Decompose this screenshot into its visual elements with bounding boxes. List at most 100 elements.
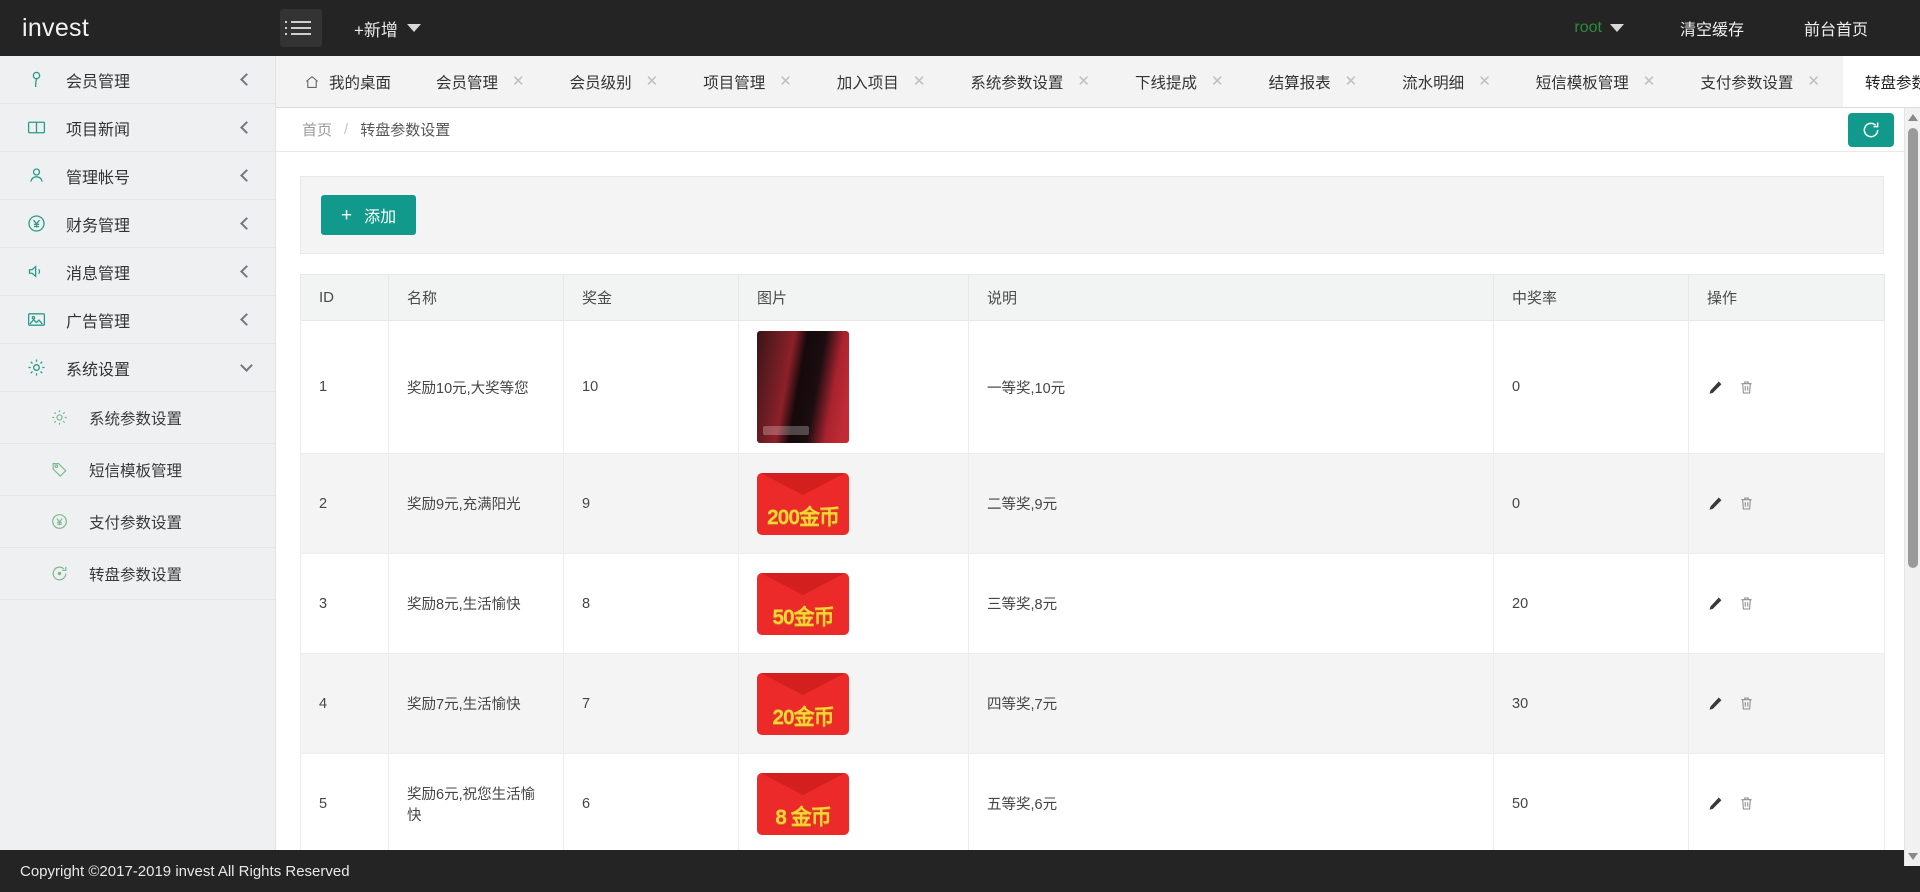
sidebar-subitem-3[interactable]: 转盘参数设置 [0, 548, 275, 600]
front-page-button[interactable]: 前台首页 [1774, 16, 1898, 40]
edit-row-button[interactable] [1707, 495, 1724, 512]
phone-thumbnail [757, 331, 849, 443]
edit-row-button[interactable] [1707, 695, 1724, 712]
sidebar-item-2[interactable]: 管理帐号 [0, 152, 275, 200]
sidebar-subitem-1[interactable]: 短信模板管理 [0, 444, 275, 496]
user-icon [26, 69, 47, 90]
cell-desc: 五等奖,6元 [969, 754, 1494, 854]
delete-row-button[interactable] [1738, 595, 1755, 612]
sidebar-item-5[interactable]: 广告管理 [0, 296, 275, 344]
cell-rate: 50 [1494, 754, 1689, 854]
close-icon[interactable]: ✕ [512, 74, 525, 89]
refresh-button[interactable] [1848, 113, 1894, 147]
tab-5[interactable]: 系统参数设置 ✕ [948, 56, 1113, 107]
tab-label: 会员管理 [436, 71, 498, 93]
close-icon[interactable]: ✕ [1807, 74, 1820, 89]
close-icon[interactable]: ✕ [779, 74, 792, 89]
delete-row-button[interactable] [1738, 695, 1755, 712]
tab-7[interactable]: 结算报表✕ [1247, 56, 1381, 107]
close-icon[interactable]: ✕ [913, 74, 926, 89]
coin-amount-label: 8 金币 [775, 801, 831, 835]
scroll-down-arrow-icon[interactable] [1908, 853, 1918, 860]
add-button-label: 添加 [364, 203, 396, 227]
cell-name: 奖励8元,生活愉快 [389, 554, 564, 654]
cell-bonus: 10 [564, 321, 739, 454]
speaker-icon [26, 261, 52, 282]
cell-desc: 四等奖,7元 [969, 654, 1494, 754]
delete-row-button[interactable] [1738, 495, 1755, 512]
pencil-icon [1707, 379, 1724, 396]
scrollbar-thumb[interactable] [1908, 128, 1918, 568]
tab-0[interactable]: 我的桌面 [276, 56, 414, 107]
gear-icon [50, 408, 69, 427]
image-icon [26, 309, 47, 330]
sidebar-item-label: 消息管理 [66, 260, 242, 284]
cell-actions [1689, 454, 1885, 554]
red-envelope-8-coins: 8 金币 [757, 773, 849, 835]
close-icon[interactable]: ✕ [1643, 74, 1656, 89]
cell-image: 8 金币 [739, 754, 969, 854]
cell-id: 4 [301, 654, 389, 754]
tag-icon [50, 460, 69, 479]
book-icon [26, 117, 47, 138]
add-button[interactable]: + 添加 [321, 195, 416, 235]
main-content: + 添加 ID名称奖金图片说明中奖率操作 1奖励10元,大奖等您10一等奖,10… [276, 152, 1908, 866]
edit-row-button[interactable] [1707, 379, 1724, 396]
edit-row-button[interactable] [1707, 595, 1724, 612]
sidebar-item-0[interactable]: 会员管理 [0, 56, 275, 104]
app-brand: invest [0, 0, 276, 56]
column-header-3: 图片 [739, 275, 969, 321]
cell-desc: 一等奖,10元 [969, 321, 1494, 454]
sidebar-subitem-label: 转盘参数设置 [89, 563, 182, 585]
delete-row-button[interactable] [1738, 795, 1755, 812]
close-icon[interactable]: ✕ [1077, 74, 1090, 89]
breadcrumb-home[interactable]: 首页 [302, 119, 332, 140]
chevron-left-icon [240, 73, 253, 86]
tab-8[interactable]: 流水明细✕ [1380, 56, 1514, 107]
cell-id: 3 [301, 554, 389, 654]
cell-id: 1 [301, 321, 389, 454]
close-icon[interactable]: ✕ [1345, 74, 1358, 89]
delete-row-button[interactable] [1738, 379, 1755, 396]
table-body: 1奖励10元,大奖等您10一等奖,10元02奖励9元,充满阳光9200金币二等奖… [301, 321, 1885, 854]
tab-label: 我的桌面 [329, 71, 391, 93]
scroll-up-arrow-icon[interactable] [1908, 114, 1918, 121]
tab-9[interactable]: 短信模板管理✕ [1514, 56, 1679, 107]
top-header-bar: invest +新增 root 清空缓存 前台首页 [0, 0, 1920, 56]
tab-label: 系统参数设置 [970, 71, 1063, 93]
sidebar-item-6[interactable]: 系统设置 [0, 344, 275, 392]
home-icon [304, 74, 320, 89]
sidebar-subitem-2[interactable]: 支付参数设置 [0, 496, 275, 548]
hamburger-icon[interactable] [280, 9, 322, 47]
tab-4[interactable]: 加入项目✕ [815, 56, 949, 107]
tab-6[interactable]: 下线提成✕ [1113, 56, 1247, 107]
close-icon[interactable]: ✕ [1211, 74, 1224, 89]
page-scrollbar[interactable] [1904, 108, 1920, 866]
tab-1[interactable]: 会员管理 ✕ [414, 56, 548, 107]
add-new-button[interactable]: +新增 [354, 16, 421, 41]
column-header-0: ID [301, 275, 389, 321]
tab-label: 支付参数设置 [1700, 71, 1793, 93]
gear-icon [26, 357, 47, 378]
sidebar-subitem-0[interactable]: 系统参数设置 [0, 392, 275, 444]
column-header-4: 说明 [969, 275, 1494, 321]
close-icon[interactable]: ✕ [1478, 74, 1491, 89]
cell-rate: 20 [1494, 554, 1689, 654]
tab-10[interactable]: 支付参数设置 ✕ [1678, 56, 1843, 107]
table-row: 2奖励9元,充满阳光9200金币二等奖,9元0 [301, 454, 1885, 554]
sidebar-item-3[interactable]: 财务管理 [0, 200, 275, 248]
book-icon [26, 117, 52, 138]
tab-2[interactable]: 会员级别✕ [548, 56, 682, 107]
user-menu[interactable]: root [1548, 19, 1650, 37]
edit-row-button[interactable] [1707, 795, 1724, 812]
chevron-left-icon [240, 217, 253, 230]
clear-cache-button[interactable]: 清空缓存 [1650, 16, 1774, 40]
sidebar-item-1[interactable]: 项目新闻 [0, 104, 275, 152]
tab-3[interactable]: 项目管理✕ [681, 56, 815, 107]
sidebar-item-4[interactable]: 消息管理 [0, 248, 275, 296]
copyright-text: Copyright ©2017-2019 invest All Rights R… [20, 863, 350, 880]
coin-amount-label: 50金币 [772, 601, 833, 635]
user-circle-icon [26, 165, 47, 186]
tab-11[interactable]: 转盘参数设 [1843, 56, 1920, 107]
close-icon[interactable]: ✕ [646, 74, 659, 89]
